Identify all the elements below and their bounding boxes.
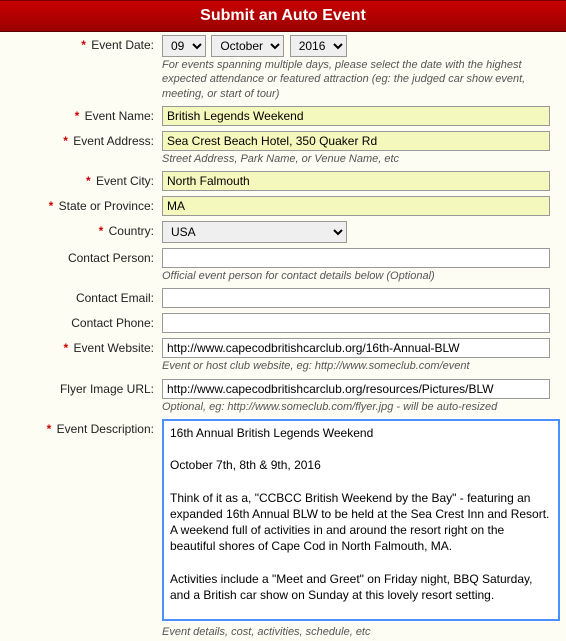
label-event-name: Event Name: [85, 109, 154, 123]
hint-website: Event or host club website, eg: http://w… [162, 358, 562, 373]
event-city-input[interactable] [162, 171, 550, 191]
event-form: * Event Date: 09 October 2016 For events… [0, 32, 566, 641]
label-event-city: Event City: [96, 174, 154, 188]
month-select[interactable]: October [211, 35, 284, 57]
label-contact-phone: Contact Phone: [71, 316, 154, 330]
hint-flyer: Optional, eg: http://www.someclub.com/fl… [162, 399, 562, 414]
required-marker: * [99, 224, 104, 238]
event-name-input[interactable] [162, 106, 550, 126]
contact-person-input[interactable] [162, 248, 550, 268]
required-marker: * [75, 109, 80, 123]
required-marker: * [81, 38, 86, 52]
label-state-province: State or Province: [59, 199, 154, 213]
required-marker: * [86, 174, 91, 188]
event-description-textarea[interactable] [162, 419, 560, 621]
event-address-input[interactable] [162, 131, 550, 151]
page-title: Submit an Auto Event [0, 0, 566, 32]
required-marker: * [64, 341, 69, 355]
hint-address: Street Address, Park Name, or Venue Name… [162, 151, 562, 166]
year-select[interactable]: 2016 [290, 35, 347, 57]
label-event-date: Event Date: [91, 38, 154, 52]
contact-email-input[interactable] [162, 288, 550, 308]
label-event-description: Event Description: [57, 422, 154, 436]
required-marker: * [63, 134, 68, 148]
label-country: Country: [109, 224, 154, 238]
hint-contact-person: Official event person for contact detail… [162, 268, 562, 283]
required-marker: * [49, 199, 54, 213]
label-flyer-url: Flyer Image URL: [60, 382, 154, 396]
label-event-address: Event Address: [73, 134, 154, 148]
label-contact-person: Contact Person: [68, 251, 154, 265]
hint-date: For events spanning multiple days, pleas… [162, 57, 562, 101]
label-event-website: Event Website: [74, 341, 154, 355]
flyer-url-input[interactable] [162, 379, 550, 399]
required-marker: * [47, 422, 52, 436]
event-website-input[interactable] [162, 338, 550, 358]
contact-phone-input[interactable] [162, 313, 550, 333]
label-contact-email: Contact Email: [76, 291, 154, 305]
hint-description: Event details, cost, activities, schedul… [162, 624, 562, 639]
day-select[interactable]: 09 [162, 35, 206, 57]
state-province-input[interactable] [162, 196, 550, 216]
country-select[interactable]: USA [162, 221, 347, 243]
